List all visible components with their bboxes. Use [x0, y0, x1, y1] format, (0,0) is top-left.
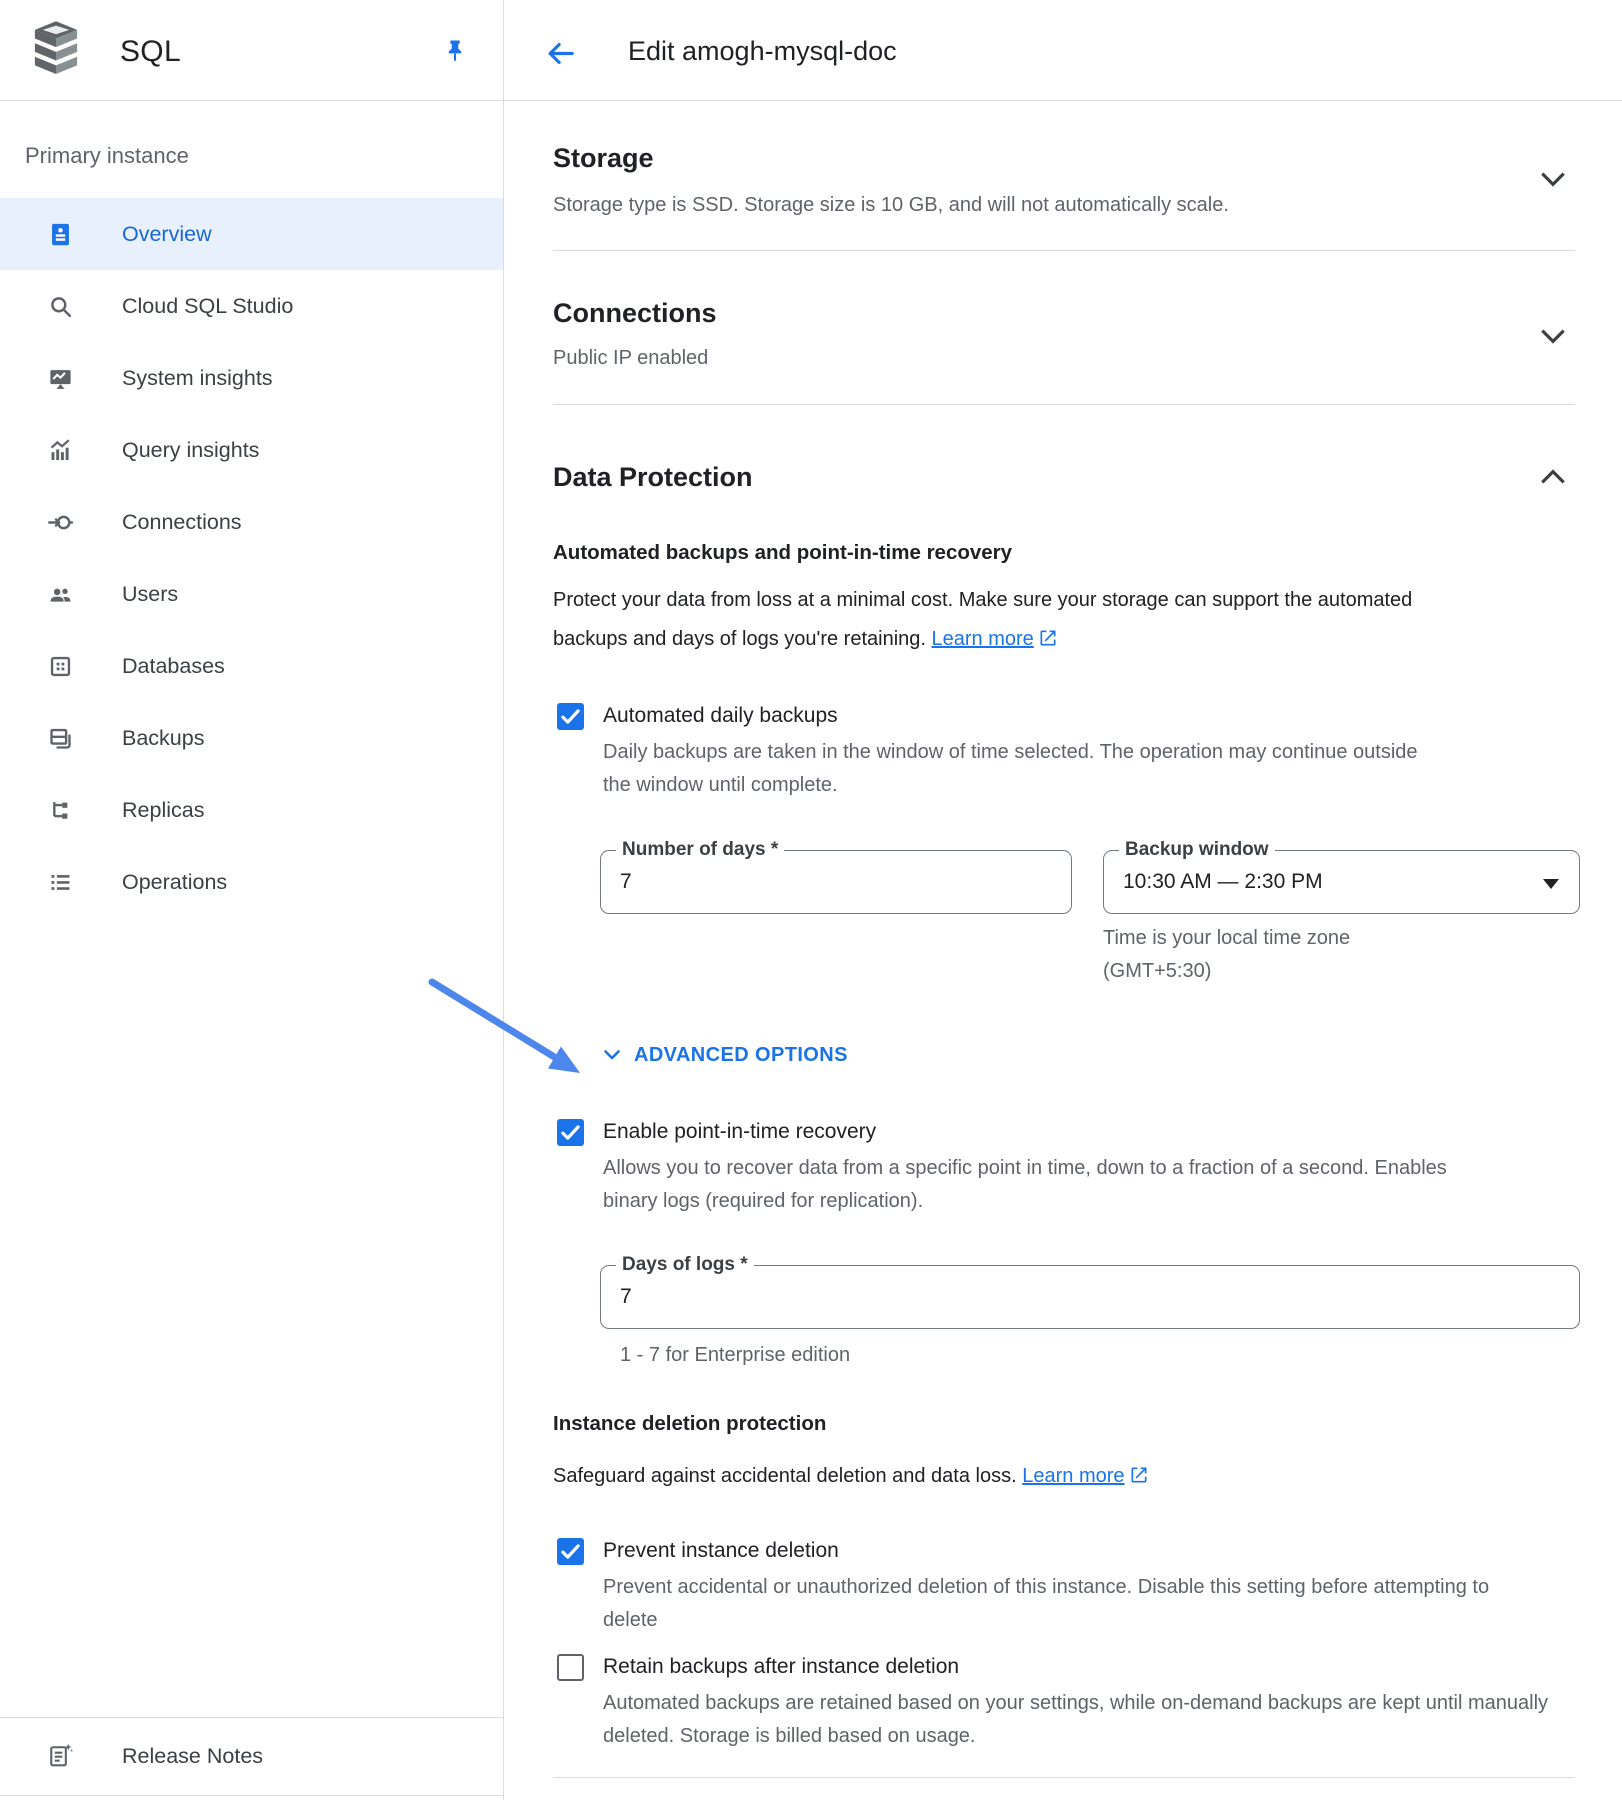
- section-divider: [553, 404, 1575, 405]
- number-of-days-field[interactable]: Number of days * 7: [600, 850, 1072, 914]
- sidebar-item-query-insights[interactable]: Query insights: [0, 414, 503, 486]
- checkmark-icon: [557, 1133, 584, 1150]
- sidebar-item-label: Overview: [122, 222, 212, 247]
- sidebar-item-label: Databases: [122, 654, 225, 679]
- retain-backups-checkbox[interactable]: [557, 1654, 584, 1681]
- automated-daily-backups-label[interactable]: Automated daily backups: [603, 704, 838, 728]
- advanced-options-label: ADVANCED OPTIONS: [634, 1044, 848, 1067]
- prevent-instance-deletion-label[interactable]: Prevent instance deletion: [603, 1539, 839, 1563]
- sidebar-item-system-insights[interactable]: System insights: [0, 342, 503, 414]
- pin-icon[interactable]: [441, 36, 469, 66]
- advanced-options-button[interactable]: ADVANCED OPTIONS: [600, 1043, 848, 1067]
- users-icon: [46, 580, 74, 608]
- sidebar-item-users[interactable]: Users: [0, 558, 503, 630]
- release-notes-icon: [46, 1742, 74, 1770]
- sidebar-item-cloud-sql-studio[interactable]: Cloud SQL Studio: [0, 270, 503, 342]
- connections-section-title: Connections: [553, 298, 717, 329]
- header-divider: [0, 100, 1622, 101]
- page-title: Edit amogh-mysql-doc: [628, 36, 897, 67]
- sidebar-item-label: Users: [122, 582, 178, 607]
- deletion-learn-more-link[interactable]: Learn more: [1022, 1465, 1148, 1487]
- chevron-down-icon: [1537, 166, 1569, 197]
- sidebar-item-backups[interactable]: Backups: [0, 702, 503, 774]
- sidebar-item-label: Connections: [122, 510, 242, 535]
- backup-window-select-value: 10:30 AM — 2:30 PM: [1123, 870, 1323, 894]
- point-in-time-recovery-description: Allows you to recover data from a specif…: [603, 1152, 1483, 1218]
- learn-more-label: Learn more: [1022, 1465, 1124, 1487]
- sidebar-item-label: System insights: [122, 366, 273, 391]
- sidebar-item-label: Query insights: [122, 438, 259, 463]
- connections-expand-button[interactable]: [1536, 323, 1570, 353]
- description-text: Safeguard against accidental deletion an…: [553, 1465, 1017, 1487]
- connections-section-description: Public IP enabled: [553, 347, 708, 370]
- back-arrow-icon[interactable]: [544, 37, 577, 70]
- automated-backups-description: Protect your data from loss at a minimal…: [553, 581, 1465, 662]
- storage-section-title: Storage: [553, 143, 654, 174]
- section-divider: [553, 250, 1575, 251]
- backups-learn-more-link[interactable]: Learn more: [932, 628, 1058, 650]
- sidebar-item-label: Cloud SQL Studio: [122, 294, 293, 319]
- prevent-instance-deletion-checkbox[interactable]: [557, 1538, 584, 1565]
- app-title: SQL: [120, 35, 181, 69]
- bar-chart-trend-icon: [46, 436, 74, 464]
- data-protection-section-title: Data Protection: [553, 462, 753, 493]
- data-protection-collapse-button[interactable]: [1536, 464, 1570, 494]
- chevron-down-icon: [600, 1043, 624, 1067]
- bottom-divider: [553, 1777, 1575, 1778]
- chevron-down-icon: [1537, 323, 1569, 354]
- sidebar-border: [503, 0, 504, 1800]
- retain-backups-label[interactable]: Retain backups after instance deletion: [603, 1655, 959, 1679]
- backup-window-select-label: Backup window: [1119, 839, 1275, 861]
- cloud-sql-logo-icon: [33, 21, 79, 79]
- days-of-logs-helper: 1 - 7 for Enterprise edition: [620, 1344, 850, 1367]
- retain-backups-description: Automated backups are retained based on …: [603, 1687, 1593, 1753]
- list-icon: [46, 868, 74, 896]
- automated-daily-backups-checkbox[interactable]: [557, 703, 584, 730]
- instance-deletion-description: Safeguard against accidental deletion an…: [553, 1457, 1553, 1499]
- point-in-time-recovery-label[interactable]: Enable point-in-time recovery: [603, 1120, 876, 1144]
- automated-backups-heading: Automated backups and point-in-time reco…: [553, 541, 1012, 565]
- database-grid-icon: [46, 652, 74, 680]
- learn-more-label: Learn more: [932, 628, 1034, 650]
- external-link-icon: [1129, 1460, 1149, 1499]
- sidebar-item-label: Backups: [122, 726, 204, 751]
- backup-window-select[interactable]: Backup window 10:30 AM — 2:30 PM: [1103, 850, 1580, 914]
- storage-expand-button[interactable]: [1536, 166, 1570, 196]
- backups-icon: [46, 724, 74, 752]
- checkmark-icon: [557, 1552, 584, 1569]
- replicas-tree-icon: [46, 796, 74, 824]
- search-icon: [46, 292, 74, 320]
- instance-deletion-heading: Instance deletion protection: [553, 1412, 826, 1436]
- sidebar-item-label: Operations: [122, 870, 227, 895]
- point-in-time-recovery-checkbox[interactable]: [557, 1119, 584, 1146]
- overview-icon: [46, 220, 74, 248]
- sidebar-item-release-notes[interactable]: Release Notes: [0, 1717, 503, 1795]
- number-of-days-field-label: Number of days *: [616, 839, 784, 861]
- sidebar-item-databases[interactable]: Databases: [0, 630, 503, 702]
- sidebar-item-label: Release Notes: [122, 1744, 263, 1769]
- sidebar-item-operations[interactable]: Operations: [0, 846, 503, 918]
- timezone-note: Time is your local time zone (GMT+5:30): [1103, 922, 1393, 988]
- number-of-days-field-value: 7: [620, 870, 632, 894]
- sidebar-item-replicas[interactable]: Replicas: [0, 774, 503, 846]
- chevron-up-icon: [1537, 464, 1569, 495]
- days-of-logs-field[interactable]: Days of logs * 7: [600, 1265, 1580, 1329]
- external-link-icon: [1038, 623, 1058, 662]
- sidebar-section-label: Primary instance: [25, 143, 189, 169]
- connection-plug-icon: [46, 508, 74, 536]
- sidebar-bottom-divider: [0, 1795, 503, 1796]
- monitor-chart-icon: [46, 364, 74, 392]
- sidebar-item-label: Replicas: [122, 798, 204, 823]
- days-of-logs-field-value: 7: [620, 1285, 632, 1309]
- automated-daily-backups-description: Daily backups are taken in the window of…: [603, 736, 1433, 802]
- checkmark-icon: [557, 717, 584, 734]
- storage-section-description: Storage type is SSD. Storage size is 10 …: [553, 194, 1229, 217]
- days-of-logs-field-label: Days of logs *: [616, 1254, 754, 1276]
- sidebar-item-connections[interactable]: Connections: [0, 486, 503, 558]
- select-caret-icon: [1543, 879, 1559, 889]
- sidebar-item-overview[interactable]: Overview: [0, 198, 503, 270]
- prevent-instance-deletion-description: Prevent accidental or unauthorized delet…: [603, 1571, 1513, 1637]
